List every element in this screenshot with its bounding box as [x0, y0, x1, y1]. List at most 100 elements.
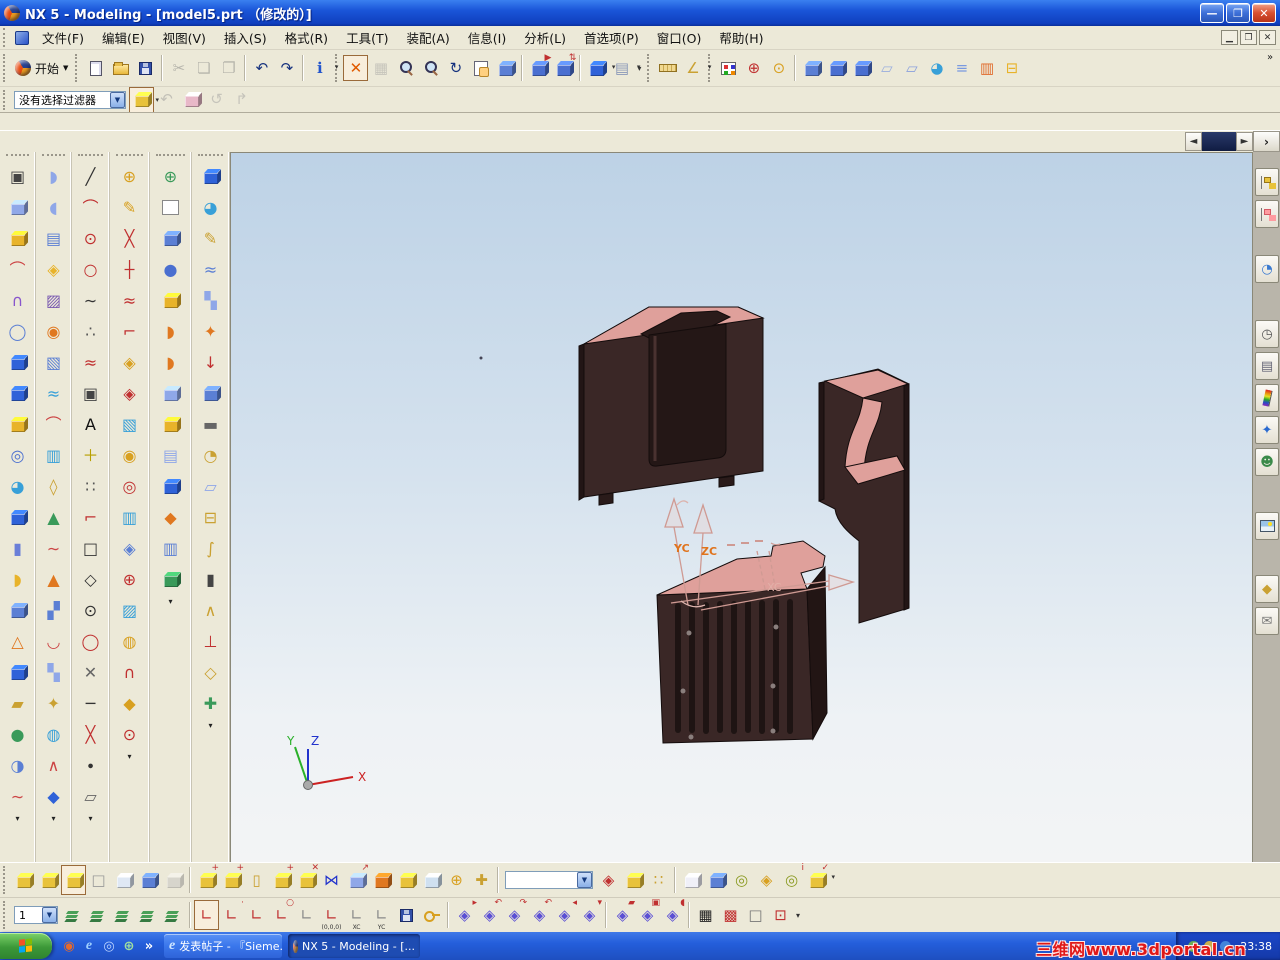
tool-icon[interactable]: ∼: [72, 285, 109, 316]
pan-view-button[interactable]: [468, 55, 493, 81]
internet-images-tab[interactable]: [1255, 512, 1279, 540]
exploded-view-button[interactable]: [621, 865, 646, 895]
tool-icon[interactable]: ∩: [110, 657, 149, 688]
redo-button[interactable]: ↷: [274, 55, 299, 81]
tool-icon[interactable]: ✦: [192, 316, 229, 347]
toolbar-grip[interactable]: [3, 901, 8, 929]
tool-icon[interactable]: ●: [150, 254, 191, 285]
tool-icon[interactable]: ◗: [0, 564, 35, 595]
child-restore-button[interactable]: ❐: [1240, 30, 1257, 45]
role-palette-button[interactable]: [716, 55, 741, 81]
delete-component-button[interactable]: ✕: [294, 864, 319, 895]
selection-filter-combo[interactable]: 没有选择过滤器 ▼: [14, 90, 126, 109]
tool-icon[interactable]: ▾: [150, 192, 191, 223]
taskbar-task-2[interactable]: NX 5 - Modeling - [...: [288, 934, 420, 958]
tool-icon[interactable]: ∴: [72, 316, 109, 347]
tool-icon[interactable]: ⊥: [192, 626, 229, 657]
roles-tab[interactable]: [1255, 384, 1279, 412]
tool-icon[interactable]: A: [72, 409, 109, 440]
tool-icon[interactable]: ◗: [150, 347, 191, 378]
repair-body-button[interactable]: [849, 55, 874, 81]
toolbar-grip[interactable]: [198, 154, 223, 160]
tool-icon[interactable]: ∼: [36, 533, 71, 564]
grid-button[interactable]: ▦: [693, 900, 718, 930]
tool-icon[interactable]: ─: [72, 688, 109, 719]
layer-visible-in-view-button[interactable]: [86, 900, 111, 930]
tool-icon[interactable]: ▥: [150, 533, 191, 564]
chevron-down-icon[interactable]: ▼: [42, 907, 57, 923]
zoom-in-out-button[interactable]: [418, 55, 443, 81]
cavity-tool-button[interactable]: ▥: [974, 55, 999, 81]
menu-item-8[interactable]: 分析(L): [515, 25, 575, 50]
tool-icon[interactable]: ▨: [110, 595, 149, 626]
erase-highlight-button[interactable]: [179, 87, 204, 113]
user-tools-tab[interactable]: ☻: [1255, 448, 1279, 476]
history-tab[interactable]: ◷: [1255, 320, 1279, 348]
tool-icon[interactable]: ◕: [0, 471, 35, 502]
restore-button[interactable]: ❐: [1226, 3, 1250, 23]
component-sets-button[interactable]: ∷: [646, 865, 671, 895]
tool-icon[interactable]: ▲: [36, 502, 71, 533]
tool-icon[interactable]: ⊕: [110, 161, 149, 192]
sheet-repair-button[interactable]: ▱: [899, 55, 924, 81]
tool-icon[interactable]: ⊙: [72, 223, 109, 254]
snap-point-button[interactable]: ▾: [129, 86, 159, 113]
wcs-origin-button[interactable]: ∟ ·: [219, 899, 244, 930]
menu-item-4[interactable]: 格式(R): [276, 25, 337, 50]
display-mode-button[interactable]: ▤ ▾: [609, 55, 641, 81]
view-operation-button-1[interactable]: ◈ ▸: [452, 899, 477, 930]
tool-icon[interactable]: ⊕▾: [150, 161, 191, 192]
tool-icon[interactable]: [150, 378, 191, 409]
child-close-button[interactable]: ✕: [1259, 30, 1276, 45]
tool-icon[interactable]: ∧: [192, 595, 229, 626]
tool-icon[interactable]: ↓: [192, 347, 229, 378]
tool-icon[interactable]: ∧: [36, 750, 71, 781]
tool-icon[interactable]: [150, 409, 191, 440]
tool-icon[interactable]: ✎: [110, 192, 149, 223]
tool-icon[interactable]: ∙: [72, 750, 109, 781]
toolbar-grip[interactable]: [3, 53, 8, 83]
templates-mail-tab[interactable]: ✉: [1255, 607, 1279, 635]
toolbar-scroll-arrow[interactable]: ▾: [0, 814, 35, 823]
add-component-button[interactable]: +: [194, 864, 219, 895]
menu-item-6[interactable]: 装配(A): [397, 25, 458, 50]
start-button[interactable]: [0, 933, 52, 959]
tool-icon[interactable]: [0, 347, 35, 378]
measure-distance-button[interactable]: [655, 55, 680, 81]
tool-icon[interactable]: ⊟: [192, 502, 229, 533]
pattern-component-button[interactable]: +: [269, 864, 294, 895]
tool-icon[interactable]: ╳: [110, 223, 149, 254]
view-operation-button-5[interactable]: ◈ ◂: [552, 899, 577, 930]
datum-grid-button[interactable]: ⊡: [768, 900, 793, 930]
tool-icon[interactable]: ⊙: [72, 595, 109, 626]
tool-icon[interactable]: ╳: [72, 719, 109, 750]
wcs-change-y-axis-button[interactable]: ∟ YC: [369, 900, 394, 931]
tool-icon[interactable]: ≈: [110, 285, 149, 316]
menu-item-2[interactable]: 视图(V): [154, 25, 215, 50]
perspective-button[interactable]: [493, 55, 518, 81]
scroll-left-button[interactable]: ◄: [1185, 132, 1202, 151]
tool-icon[interactable]: ∷: [72, 471, 109, 502]
find-component-button[interactable]: [11, 865, 36, 895]
scroll-right-button[interactable]: ►: [1236, 132, 1253, 151]
wcs-save-button[interactable]: [394, 900, 419, 930]
verify-assembly-button[interactable]: ✓ ▾: [804, 864, 835, 895]
tool-icon[interactable]: ▬: [192, 409, 229, 440]
toolbar-grip[interactable]: [42, 154, 65, 160]
undo-button[interactable]: ↶: [249, 55, 274, 81]
trimmed-view-button[interactable]: ▦: [368, 55, 393, 81]
part-navigator-tab[interactable]: ◔: [1255, 255, 1279, 283]
work-layer-combo[interactable]: 1 ▼: [14, 906, 58, 924]
quick-launch-icon-1[interactable]: ◉: [60, 936, 78, 956]
toolbar-overflow-chevron[interactable]: »: [1262, 52, 1278, 64]
tool-icon[interactable]: ▱: [72, 781, 109, 812]
resource-bar-expand-button[interactable]: ›: [1253, 131, 1280, 152]
tool-icon[interactable]: ◊: [36, 471, 71, 502]
tool-icon[interactable]: ◍: [36, 719, 71, 750]
edit-suppression-button[interactable]: ⊕: [444, 865, 469, 895]
tool-icon[interactable]: ◆: [110, 688, 149, 719]
tool-icon[interactable]: ▥: [36, 440, 71, 471]
tool-icon[interactable]: [150, 564, 191, 595]
tool-icon[interactable]: ∼: [0, 781, 35, 812]
deselect-button[interactable]: ↶: [154, 87, 179, 113]
